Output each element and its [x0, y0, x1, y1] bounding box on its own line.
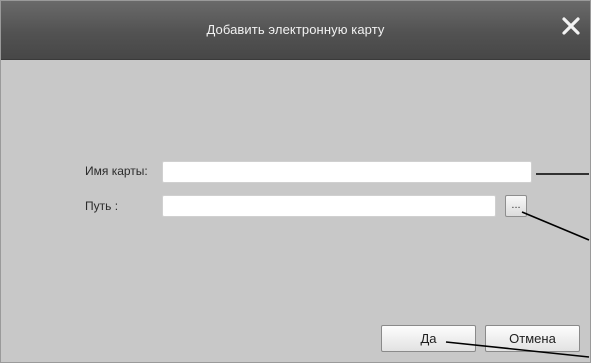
title-bar: Добавить электронную карту	[1, 1, 590, 60]
path-input[interactable]	[162, 195, 496, 217]
browse-button[interactable]: ...	[505, 195, 527, 217]
cancel-button[interactable]: Отмена	[485, 325, 580, 352]
ok-button[interactable]: Да	[381, 325, 476, 352]
map-name-input[interactable]	[162, 161, 532, 183]
dialog-panel: Добавить электронную карту Имя карты: Пу…	[0, 0, 591, 363]
map-name-label: Имя карты:	[85, 164, 148, 178]
path-label: Путь :	[85, 199, 119, 213]
close-button[interactable]	[560, 15, 582, 37]
add-map-dialog: Добавить электронную карту Имя карты: Пу…	[0, 0, 591, 363]
close-icon	[562, 17, 580, 35]
dialog-title: Добавить электронную карту	[206, 22, 385, 37]
